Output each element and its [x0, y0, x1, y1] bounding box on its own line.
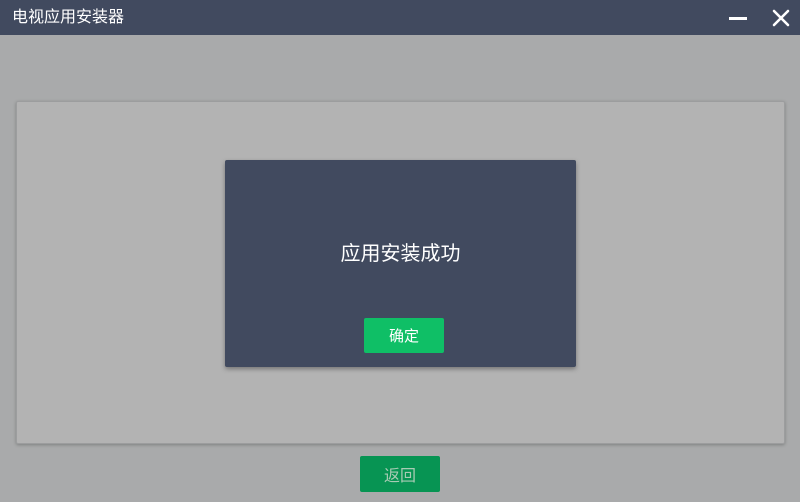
app-window: 电视应用安装器 应用安装成功 确定 返回	[0, 0, 800, 502]
title-bar: 电视应用安装器	[0, 0, 800, 35]
window-title: 电视应用安装器	[12, 7, 125, 26]
close-button[interactable]	[764, 0, 798, 35]
confirm-button[interactable]: 确定	[364, 318, 444, 353]
dialog-message: 应用安装成功	[340, 241, 461, 265]
back-button[interactable]: 返回	[360, 456, 440, 492]
success-dialog: 应用安装成功 确定	[225, 160, 576, 367]
close-icon	[772, 9, 790, 26]
minimize-icon	[729, 16, 747, 20]
minimize-button[interactable]	[721, 0, 755, 35]
